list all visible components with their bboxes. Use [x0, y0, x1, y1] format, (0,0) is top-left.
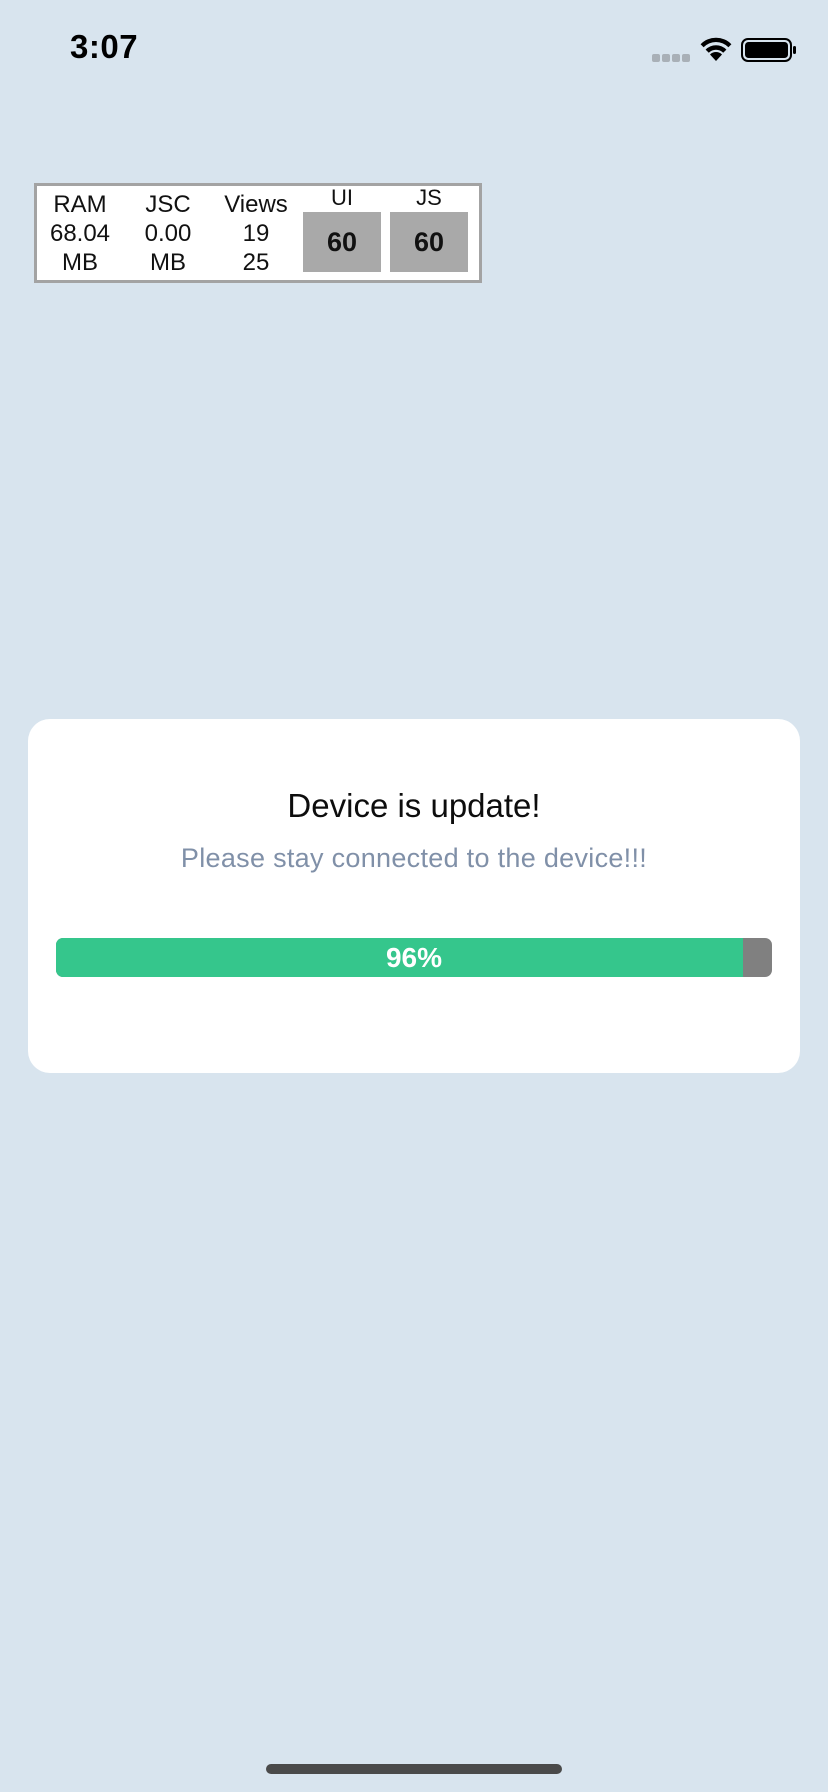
perf-column-jsc: JSC 0.00 MB: [125, 190, 211, 277]
status-time: 3:07: [70, 28, 139, 65]
perf-column-value: 19: [242, 220, 270, 247]
update-dialog: Device is update! Please stay connected …: [28, 719, 800, 1073]
perf-column-header: RAM: [53, 191, 107, 218]
fps-value: 60: [303, 212, 381, 272]
battery-icon: [741, 38, 796, 62]
fps-value: 60: [390, 212, 468, 272]
wifi-icon: [700, 37, 732, 61]
perf-fps-ui: UI 60: [303, 185, 381, 272]
perf-column-header: Views: [224, 191, 288, 218]
dialog-title: Device is update!: [287, 787, 541, 824]
perf-column-unit: MB: [150, 249, 186, 276]
update-progress-bar: 96%: [56, 938, 772, 977]
perf-column-value: 0.00: [144, 220, 192, 247]
perf-column-value: 68.04: [49, 220, 111, 247]
dialog-subtitle: Please stay connected to the device!!!: [180, 843, 648, 873]
fps-label: UI: [331, 185, 353, 210]
progress-label: 96%: [385, 942, 443, 973]
perf-monitor: RAM 68.04 MB JSC 0.00 MB Views 19 25 UI …: [34, 183, 482, 283]
perf-column-unit: MB: [62, 249, 98, 276]
perf-fps-js: JS 60: [390, 185, 468, 272]
perf-column-views: Views 19 25: [213, 190, 299, 277]
home-indicator[interactable]: [266, 1764, 562, 1774]
perf-column-header: JSC: [145, 191, 191, 218]
fps-label: JS: [416, 185, 442, 210]
cellular-signal-icon: [652, 54, 690, 62]
perf-column-ram: RAM 68.04 MB: [37, 190, 123, 277]
perf-column-unit: 25: [242, 249, 270, 276]
